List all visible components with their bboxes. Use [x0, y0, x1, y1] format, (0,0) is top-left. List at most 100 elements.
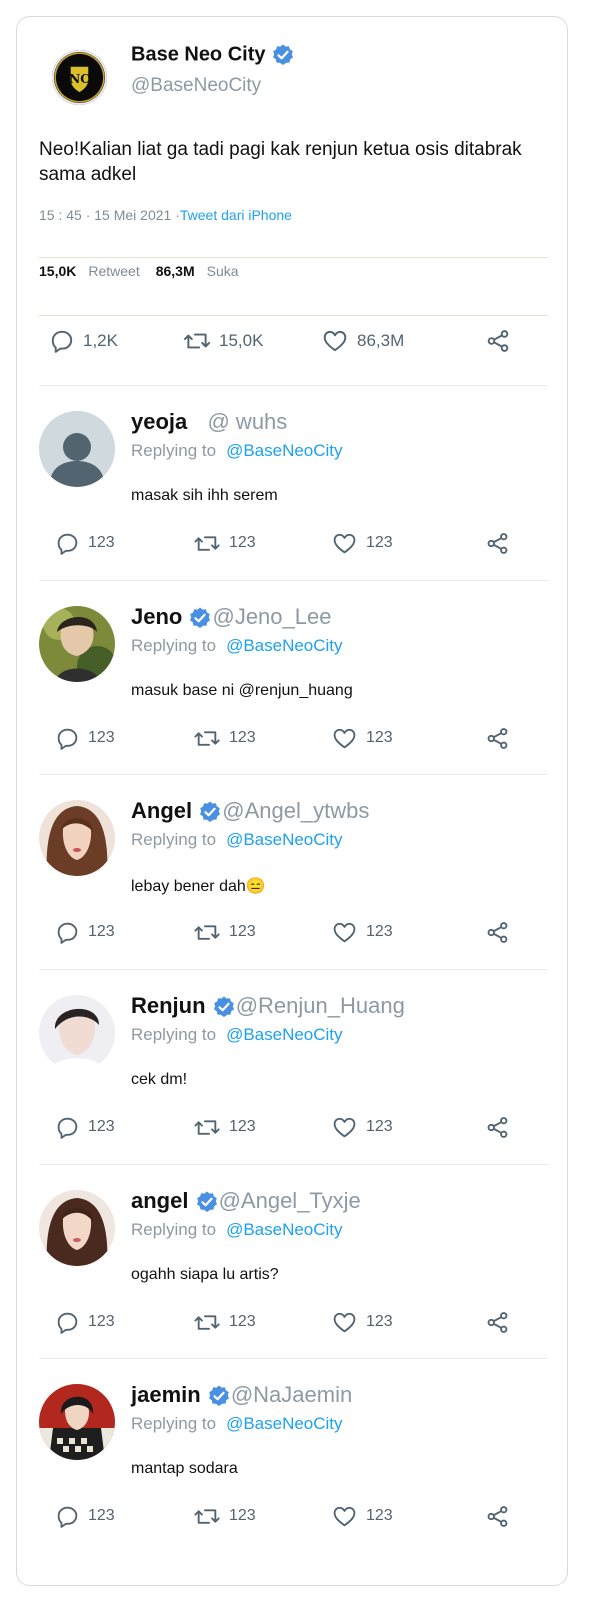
share-button[interactable] [485, 720, 510, 756]
replying-to-link[interactable]: @BaseNeoCity [226, 636, 342, 655]
reply-handle: @NaJaemin [230, 1382, 353, 1407]
replying-label: Replying to [131, 1414, 217, 1433]
avatar[interactable] [39, 1190, 115, 1266]
handle[interactable]: @BaseNeoCity [131, 75, 261, 97]
avatar[interactable] [39, 606, 115, 682]
retweet-count: 123 [229, 729, 256, 746]
retweet-label[interactable]: Retweet [88, 263, 139, 279]
replying-label: Replying to [131, 1025, 217, 1044]
display-name[interactable]: Base Neo City [131, 43, 295, 67]
like-button[interactable]: 123 [331, 1109, 393, 1145]
reply-author[interactable]: jaemin @NaJaemin [131, 1382, 352, 1408]
share-button[interactable] [485, 914, 510, 950]
reply-actions: 123 123 123 [55, 1109, 535, 1145]
retweet-button[interactable]: 123 [193, 1304, 256, 1340]
share-icon [487, 727, 508, 749]
retweet-total[interactable]: 15,0K [39, 263, 76, 279]
reply-button[interactable]: 123 [55, 1304, 115, 1340]
timestamp[interactable]: 15 : 45 · 15 Mei 2021 · [39, 207, 180, 223]
like-label[interactable]: Suka [207, 263, 239, 279]
display-name-text: Angel [131, 798, 193, 823]
reply-count: 123 [88, 729, 115, 746]
tweet-card: NC Base Neo City @BaseNeoCity Neo!Kalian… [16, 16, 568, 1586]
reply-button[interactable]: 1,2K [49, 321, 118, 361]
display-name-text: Base Neo City [131, 43, 266, 66]
share-button[interactable] [485, 1498, 510, 1534]
reply-tweet[interactable]: angel @Angel_Tyxje Replying to @BaseNeoCi… [17, 1166, 569, 1360]
retweet-button[interactable]: 15,0K [183, 321, 263, 361]
reply-button[interactable]: 123 [55, 525, 115, 561]
reply-tweet[interactable]: Jeno @Jeno_Lee Replying to @BaseNeoCity m… [17, 582, 569, 776]
share-icon [487, 330, 509, 352]
replying-to: Replying to @BaseNeoCity [131, 1025, 343, 1045]
retweet-icon [194, 1508, 220, 1524]
reply-handle: @ wuhs [195, 409, 288, 434]
reply-tweet[interactable]: Angel @Angel_ytwbs Replying to @BaseNeoCi… [17, 776, 569, 970]
like-button[interactable]: 86,3M [321, 321, 404, 361]
divider [39, 1164, 548, 1165]
avatar[interactable] [39, 411, 115, 487]
retweet-button[interactable]: 123 [193, 525, 256, 561]
replying-to-link[interactable]: @BaseNeoCity [226, 1025, 342, 1044]
reply-author[interactable]: Renjun @Renjun_Huang [131, 993, 405, 1019]
replying-to: Replying to @BaseNeoCity [131, 830, 343, 850]
reply-author[interactable]: yeoja @ wuhs [131, 409, 287, 435]
reply-button[interactable]: 123 [55, 720, 115, 756]
divider [39, 385, 548, 386]
reply-icon [57, 922, 78, 944]
replying-to-link[interactable]: @BaseNeoCity [226, 1414, 342, 1433]
heart-icon [333, 1312, 356, 1332]
retweet-button[interactable]: 123 [193, 1109, 256, 1145]
replying-label: Replying to [131, 441, 217, 460]
share-button[interactable] [485, 321, 511, 361]
avatar[interactable]: NC [52, 50, 107, 105]
avatar[interactable] [39, 995, 115, 1071]
reply-author[interactable]: Jeno @Jeno_Lee [131, 604, 331, 630]
divider [39, 1358, 548, 1359]
replying-to-link[interactable]: @BaseNeoCity [226, 830, 342, 849]
reply-author[interactable]: Angel @Angel_ytwbs [131, 798, 369, 824]
like-button[interactable]: 123 [331, 525, 393, 561]
reply-actions: 123 123 123 [55, 1304, 535, 1340]
like-button[interactable]: 123 [331, 1304, 393, 1340]
main-tweet[interactable]: NC Base Neo City @BaseNeoCity Neo!Kalian… [17, 17, 569, 402]
school-crest-icon: NC [69, 65, 90, 94]
reply-tweet[interactable]: jaemin @NaJaemin Replying to @BaseNeoCity… [17, 1360, 569, 1554]
replying-to-link[interactable]: @BaseNeoCity [226, 441, 342, 460]
retweet-button[interactable]: 123 [193, 914, 256, 950]
share-button[interactable] [485, 1109, 510, 1145]
like-count: 123 [366, 1507, 393, 1524]
reply-icon [57, 1506, 78, 1528]
heart-icon [333, 922, 356, 942]
retweet-icon [194, 535, 220, 551]
avatar[interactable] [39, 800, 115, 876]
tweet-source-link[interactable]: Tweet dari iPhone [180, 207, 292, 223]
share-button[interactable] [485, 525, 510, 561]
retweet-icon [194, 1314, 220, 1330]
retweet-count: 123 [229, 1313, 256, 1330]
like-button[interactable]: 123 [331, 914, 393, 950]
retweet-button[interactable]: 123 [193, 1498, 256, 1534]
reply-button[interactable]: 123 [55, 914, 115, 950]
divider [39, 969, 548, 970]
reply-tweet[interactable]: yeoja @ wuhs Replying to @BaseNeoCity mas… [17, 387, 569, 581]
reply-actions: 123 123 123 [55, 1498, 535, 1534]
retweet-button[interactable]: 123 [193, 720, 256, 756]
verified-badge-icon [200, 801, 221, 823]
reply-button[interactable]: 123 [55, 1109, 115, 1145]
replying-to: Replying to @BaseNeoCity [131, 1220, 343, 1240]
like-button[interactable]: 123 [331, 1498, 393, 1534]
like-button[interactable]: 123 [331, 720, 393, 756]
replying-to-link[interactable]: @BaseNeoCity [226, 1220, 342, 1239]
reply-tweet[interactable]: Renjun @Renjun_Huang Replying to @BaseNeo… [17, 971, 569, 1165]
reply-icon [57, 1117, 78, 1139]
divider [39, 315, 548, 316]
reply-handle: @Angel_ytwbs [222, 798, 370, 823]
reply-text: ogahh siapa lu artis? [131, 1266, 279, 1283]
share-button[interactable] [485, 1304, 510, 1340]
default-avatar-icon [39, 411, 115, 487]
reply-button[interactable]: 123 [55, 1498, 115, 1534]
like-total[interactable]: 86,3M [156, 263, 195, 279]
avatar[interactable] [39, 1384, 115, 1460]
reply-author[interactable]: angel @Angel_Tyxje [131, 1188, 361, 1214]
